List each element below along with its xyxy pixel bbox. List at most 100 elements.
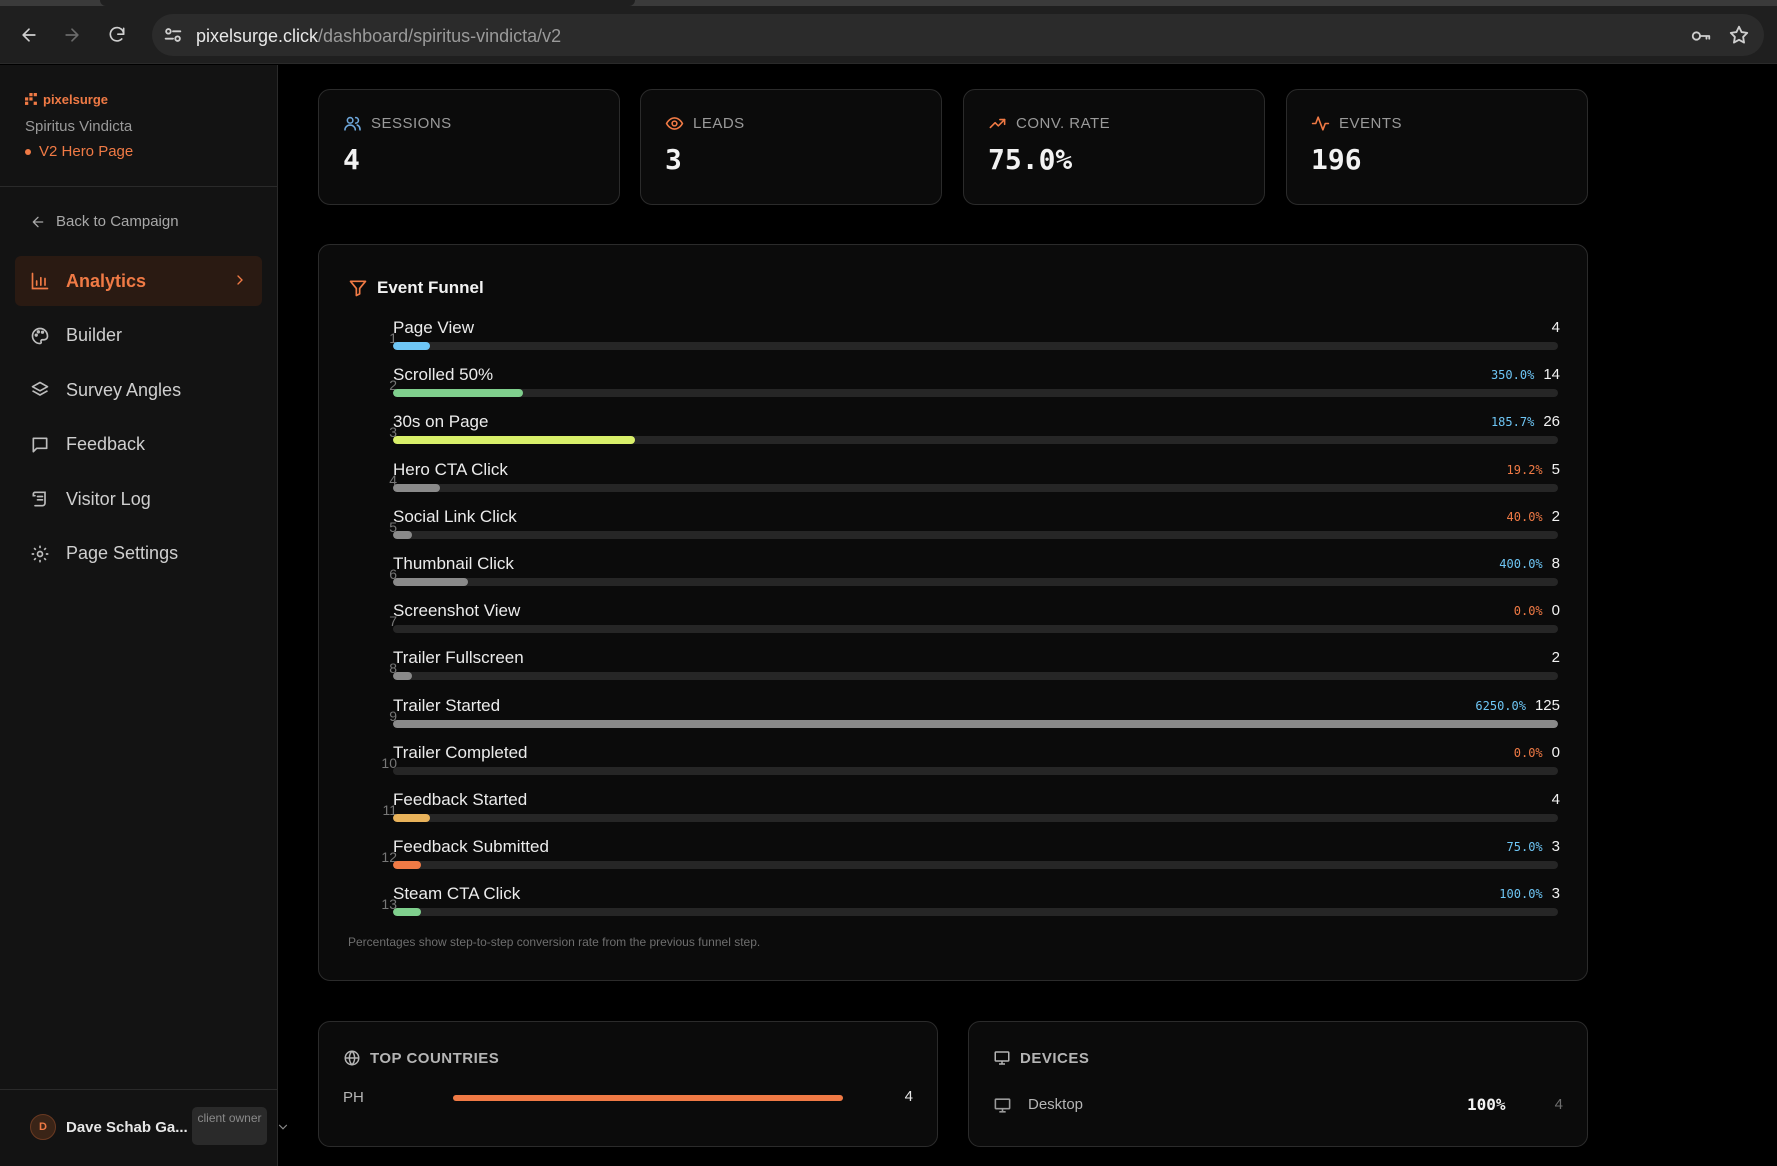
back-to-campaign-link[interactable]: Back to Campaign: [30, 213, 179, 230]
role-badge: client owner: [192, 1107, 267, 1145]
gear-icon: [31, 545, 49, 562]
step-count: 14: [1543, 366, 1560, 384]
funnel-step-row: 12 Feedback Submitted 75.0% 3: [319, 837, 1589, 884]
sidebar-nav: Analytics Builder Survey Angles Feedback…: [15, 256, 262, 583]
step-conversion-rate: 400.0%: [1499, 557, 1543, 571]
step-stats: 0.0% 0: [1514, 744, 1560, 761]
step-bar-track: [393, 436, 1558, 445]
step-bar-track: [393, 625, 1558, 634]
key-icon[interactable]: [1690, 25, 1712, 47]
step-stats: 19.2% 5: [1507, 461, 1560, 478]
stat-value: 3: [665, 143, 682, 176]
stat-value: 4: [343, 143, 360, 176]
step-conversion-rate: 100.0%: [1499, 887, 1543, 902]
reload-icon[interactable]: [102, 20, 132, 50]
stat-card-sessions: SESSIONS 4: [318, 89, 620, 205]
sidebar-item-page-settings[interactable]: Page Settings: [15, 529, 262, 579]
step-bar-track: [393, 578, 1558, 586]
step-bar-track: [393, 483, 1558, 492]
address-bar[interactable]: pixelsurge.click/dashboard/spiritus-vind…: [152, 14, 1764, 56]
step-stats: 40.0% 2: [1507, 508, 1560, 525]
status-dot: [25, 148, 31, 155]
step-stats: 400.0% 8: [1499, 555, 1560, 572]
url-text[interactable]: pixelsurge.click/dashboard/spiritus-vind…: [196, 26, 561, 47]
step-name: Hero CTA Click: [393, 459, 508, 479]
country-share-bar: [453, 1095, 843, 1101]
country-share-fill: [453, 1095, 843, 1101]
step-count: 3: [1551, 838, 1560, 856]
step-count: 4: [1551, 319, 1560, 336]
event-funnel-card: Event Funnel 1 Page View 4 2 Scrolled 50% 350…: [318, 244, 1588, 981]
brand-logo[interactable]: pixelsurge: [25, 92, 108, 107]
filter-icon: [349, 280, 367, 297]
stat-card-leads: LEADS 3: [640, 89, 942, 205]
step-conversion-rate: 19.2%: [1506, 462, 1543, 477]
stat-value: 75.0%: [988, 143, 1073, 176]
panel-header: DEVICES: [993, 1049, 1089, 1067]
bookmark-star-icon[interactable]: [1728, 24, 1750, 46]
step-name: 30s on Page: [393, 412, 489, 432]
step-bar-track: [393, 530, 1558, 539]
stat-card-conv-rate: CONV. RATE 75.0%: [963, 89, 1265, 205]
layers-icon: [31, 381, 49, 396]
step-stats: 75.0% 3: [1507, 838, 1560, 855]
step-count: 2: [1551, 507, 1560, 525]
back-arrow-icon[interactable]: [14, 20, 44, 50]
step-name: Scrolled 50%: [393, 365, 494, 385]
sidebar-item-analytics[interactable]: Analytics: [15, 256, 262, 306]
funnel-step-row: 5 Social Link Click 40.0% 2: [319, 507, 1589, 554]
step-count: 0: [1551, 602, 1560, 620]
funnel-step-row: 8 Trailer Fullscreen 2: [319, 648, 1589, 695]
forward-arrow-icon[interactable]: [57, 20, 87, 50]
scroll-icon: [32, 491, 46, 507]
funnel-step-row: 6 Thumbnail Click 400.0% 8: [319, 554, 1589, 601]
step-bar-fill: [393, 814, 430, 822]
funnel-step-row: 13 Steam CTA Click 100.0% 3: [319, 884, 1589, 931]
bar-chart-icon: [31, 272, 49, 290]
step-name: Steam CTA Click: [393, 884, 521, 904]
step-count: 5: [1551, 460, 1560, 478]
step-count: 8: [1551, 555, 1560, 572]
step-name: Page View: [393, 318, 474, 337]
step-conversion-rate: 75.0%: [1506, 840, 1543, 855]
arrow-left-icon: [32, 216, 44, 227]
step-bar-fill: [393, 389, 523, 398]
step-bar-track: [393, 908, 1558, 917]
step-bar-fill: [393, 342, 430, 350]
user-name: Dave Schab Ga...: [66, 1119, 188, 1136]
stat-label: SESSIONS: [371, 115, 452, 132]
step-name: Feedback Started: [393, 790, 528, 809]
sidebar-item-builder[interactable]: Builder: [15, 311, 262, 361]
sidebar-item-survey-angles[interactable]: Survey Angles: [15, 365, 262, 415]
step-bar-fill: [393, 578, 468, 586]
step-name: Thumbnail Click: [393, 554, 514, 573]
country-code: PH: [343, 1089, 364, 1106]
step-bar-track: [393, 389, 1558, 398]
stat-label: LEADS: [693, 115, 745, 132]
step-name: Trailer Completed: [393, 742, 528, 762]
step-bar-fill: [393, 672, 412, 681]
step-name: Trailer Started: [393, 695, 501, 715]
stat-label: EVENTS: [1339, 115, 1403, 132]
step-bar-fill: [393, 436, 635, 445]
step-bar-track: [393, 342, 1558, 350]
funnel-step-row: 2 Scrolled 50% 350.0% 14: [319, 365, 1589, 412]
step-name: Feedback Submitted: [393, 837, 549, 857]
step-name: Screenshot View: [393, 601, 521, 621]
sidebar-item-feedback[interactable]: Feedback: [15, 420, 262, 470]
step-stats: 0.0% 0: [1514, 602, 1560, 619]
step-count: 26: [1543, 413, 1560, 431]
user-menu[interactable]: D Dave Schab Ga... client owner: [0, 1089, 288, 1166]
step-count: 125: [1534, 696, 1560, 714]
step-count: 4: [1551, 791, 1560, 808]
site-settings-icon[interactable]: [162, 24, 184, 46]
step-bar-track: [393, 766, 1558, 775]
stat-card-events: EVENTS 196: [1286, 89, 1588, 205]
step-bar-track: [393, 861, 1558, 870]
eye-icon: [665, 117, 684, 130]
device-count: 4: [1554, 1096, 1563, 1113]
sidebar-item-visitor-log[interactable]: Visitor Log: [15, 474, 262, 524]
step-name: Social Link Click: [393, 506, 517, 526]
chevron-down-icon[interactable]: [276, 1120, 290, 1134]
step-stats: 2: [1543, 649, 1560, 666]
